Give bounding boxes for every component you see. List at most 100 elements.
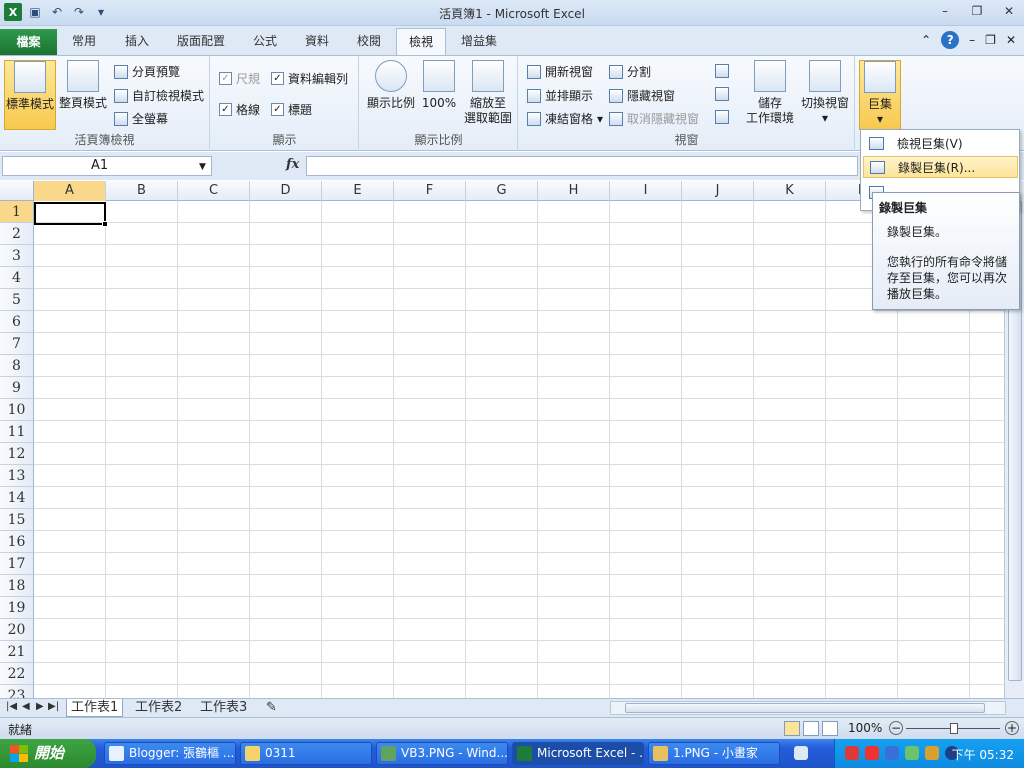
restore-icon[interactable]: ❐ bbox=[968, 4, 986, 18]
side-by-side-button[interactable] bbox=[715, 64, 729, 78]
antivirus-icon[interactable] bbox=[865, 746, 879, 760]
tab-review[interactable]: 校閱 bbox=[357, 32, 381, 49]
first-sheet-icon[interactable]: |◀ bbox=[6, 701, 17, 712]
full-screen-button[interactable]: 全螢幕 bbox=[114, 110, 168, 127]
row-header[interactable]: 20 bbox=[0, 619, 34, 641]
zoom-100-button[interactable]: 100% bbox=[420, 60, 458, 111]
zoom-slider-thumb[interactable] bbox=[950, 723, 958, 734]
formula-input[interactable] bbox=[306, 156, 858, 176]
row-header[interactable]: 10 bbox=[0, 399, 34, 421]
zoom-out-icon[interactable]: − bbox=[889, 721, 903, 735]
next-sheet-icon[interactable]: ▶ bbox=[36, 701, 44, 712]
zoom-in-icon[interactable]: + bbox=[1005, 721, 1019, 735]
horizontal-scroll-thumb[interactable] bbox=[625, 703, 985, 713]
sheet-tab-2[interactable]: 工作表2 bbox=[131, 699, 186, 717]
column-header[interactable]: E bbox=[322, 181, 394, 201]
row-header[interactable]: 22 bbox=[0, 663, 34, 685]
taskbar-item-image-viewer[interactable]: VB3.PNG - Wind... bbox=[376, 742, 508, 765]
macros-button[interactable]: 巨集 ▾ bbox=[859, 60, 901, 130]
save-workspace-button[interactable]: 儲存 工作環境 bbox=[743, 60, 797, 126]
users-icon[interactable] bbox=[925, 746, 939, 760]
cell-area[interactable] bbox=[34, 201, 1004, 698]
insert-sheet-icon[interactable]: ✎ bbox=[262, 699, 281, 717]
gridlines-checkbox[interactable]: ✓ 格線 bbox=[219, 101, 260, 118]
workbook-close-icon[interactable]: ✕ bbox=[1006, 33, 1016, 47]
taskbar-item-blogger[interactable]: Blogger: 張鶴樞 ... bbox=[104, 742, 236, 765]
column-header[interactable]: J bbox=[682, 181, 754, 201]
row-header[interactable]: 19 bbox=[0, 597, 34, 619]
row-header[interactable]: 2 bbox=[0, 223, 34, 245]
sync-scroll-button[interactable] bbox=[715, 87, 729, 101]
switch-windows-button[interactable]: 切換視窗 ▾ bbox=[797, 60, 853, 126]
column-header[interactable]: K bbox=[754, 181, 826, 201]
active-cell-a1[interactable] bbox=[34, 202, 106, 225]
start-button[interactable]: 開始 bbox=[0, 739, 96, 768]
formula-bar-checkbox[interactable]: ✓ 資料編輯列 bbox=[271, 70, 348, 87]
prev-sheet-icon[interactable]: ◀ bbox=[22, 701, 30, 712]
column-header[interactable]: A bbox=[34, 181, 106, 201]
tab-page-layout[interactable]: 版面配置 bbox=[177, 32, 225, 49]
row-header[interactable]: 6 bbox=[0, 311, 34, 333]
headings-checkbox[interactable]: ✓ 標題 bbox=[271, 101, 312, 118]
eye-icon[interactable] bbox=[905, 746, 919, 760]
name-box[interactable]: A1 ▼ bbox=[2, 156, 212, 176]
column-header[interactable]: B bbox=[106, 181, 178, 201]
row-header[interactable]: 15 bbox=[0, 509, 34, 531]
zoom-button[interactable]: 顯示比例 bbox=[366, 60, 416, 111]
row-header[interactable]: 8 bbox=[0, 355, 34, 377]
row-header[interactable]: 16 bbox=[0, 531, 34, 553]
column-header[interactable]: I bbox=[610, 181, 682, 201]
horizontal-scrollbar[interactable] bbox=[610, 701, 1006, 715]
page-layout-view-button[interactable]: 整頁模式 bbox=[58, 60, 108, 111]
row-header[interactable]: 23 bbox=[0, 685, 34, 698]
taskbar-item-paint[interactable]: 1.PNG - 小畫家 bbox=[648, 742, 780, 765]
page-break-preview-button[interactable]: 分頁預覽 bbox=[114, 63, 180, 80]
row-header[interactable]: 14 bbox=[0, 487, 34, 509]
minimize-ribbon-icon[interactable]: ⌃ bbox=[921, 33, 931, 47]
tab-file[interactable]: 檔案 bbox=[0, 29, 57, 55]
row-header[interactable]: 11 bbox=[0, 421, 34, 443]
view-macros-menu-item[interactable]: 檢視巨集(V) bbox=[863, 133, 1018, 155]
arrange-all-button[interactable]: 並排顯示 bbox=[527, 87, 593, 104]
row-header[interactable]: 9 bbox=[0, 377, 34, 399]
row-header[interactable]: 4 bbox=[0, 267, 34, 289]
row-header[interactable]: 21 bbox=[0, 641, 34, 663]
column-header[interactable]: D bbox=[250, 181, 322, 201]
shield-icon[interactable] bbox=[845, 746, 859, 760]
column-header[interactable]: F bbox=[394, 181, 466, 201]
column-header[interactable]: H bbox=[538, 181, 610, 201]
minimize-icon[interactable]: – bbox=[936, 4, 954, 18]
zoom-to-selection-button[interactable]: 縮放至 選取範圍 bbox=[462, 60, 514, 126]
column-header[interactable]: C bbox=[178, 181, 250, 201]
tab-formulas[interactable]: 公式 bbox=[253, 32, 277, 49]
zoom-level[interactable]: 100% bbox=[848, 721, 882, 735]
tab-addins[interactable]: 增益集 bbox=[461, 32, 497, 49]
page-layout-status-icon[interactable] bbox=[803, 721, 819, 736]
record-macro-menu-item[interactable]: 錄製巨集(R)... bbox=[863, 156, 1018, 178]
help-icon[interactable]: ? bbox=[941, 31, 960, 49]
row-header[interactable]: 18 bbox=[0, 575, 34, 597]
row-header[interactable]: 3 bbox=[0, 245, 34, 267]
ruler-checkbox[interactable]: ✓ 尺規 bbox=[219, 70, 260, 87]
network-icon[interactable] bbox=[885, 746, 899, 760]
row-header[interactable]: 5 bbox=[0, 289, 34, 311]
hide-window-button[interactable]: 隱藏視窗 bbox=[609, 87, 675, 104]
new-window-button[interactable]: 開新視窗 bbox=[527, 63, 593, 80]
select-all-corner[interactable] bbox=[0, 181, 34, 201]
row-header[interactable]: 12 bbox=[0, 443, 34, 465]
freeze-panes-button[interactable]: 凍結窗格 ▾ bbox=[527, 110, 603, 127]
tab-data[interactable]: 資料 bbox=[305, 32, 329, 49]
normal-view-status-icon[interactable] bbox=[784, 721, 800, 736]
row-header[interactable]: 17 bbox=[0, 553, 34, 575]
unhide-window-button[interactable]: 取消隱藏視窗 bbox=[609, 110, 699, 127]
taskbar-item-folder[interactable]: 0311 bbox=[240, 742, 372, 765]
page-break-status-icon[interactable] bbox=[822, 721, 838, 736]
normal-view-button[interactable]: 標準模式 bbox=[4, 60, 56, 130]
tab-home[interactable]: 常用 bbox=[72, 32, 96, 49]
row-header[interactable]: 13 bbox=[0, 465, 34, 487]
keyboard-icon[interactable] bbox=[794, 746, 808, 760]
clock[interactable]: 下午 05:32 bbox=[952, 746, 1014, 763]
workbook-minimize-icon[interactable]: – bbox=[969, 33, 975, 47]
row-header[interactable]: 1 bbox=[0, 201, 34, 223]
tab-view[interactable]: 檢視 bbox=[396, 28, 446, 56]
